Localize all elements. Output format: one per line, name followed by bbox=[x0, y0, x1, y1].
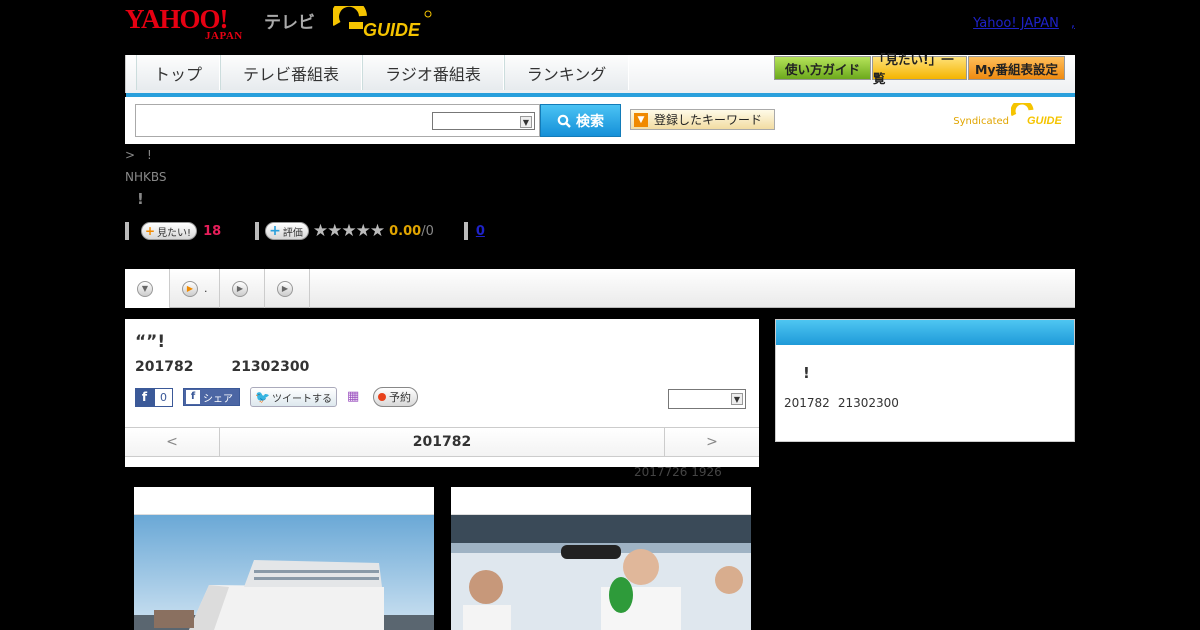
dropdown-arrow-icon: ▼ bbox=[634, 112, 648, 127]
side-panel-datetime: 201782 21302300 bbox=[784, 396, 899, 410]
yahoo-japan-link[interactable]: Yahoo! JAPAN, bbox=[973, 16, 1075, 31]
rating-value: 0.00 bbox=[389, 223, 422, 239]
content-tabs: ▼ ▶ . ▶ ▶ bbox=[125, 269, 1075, 308]
review-count-link[interactable]: 0 bbox=[476, 224, 485, 239]
cruise-ship-photo bbox=[134, 515, 434, 630]
tweet-button[interactable]: 🐦 ツイートする bbox=[250, 387, 337, 407]
detail-select[interactable]: ▼ bbox=[668, 389, 746, 409]
tv-label: テレビ bbox=[264, 13, 315, 33]
reserve-button[interactable]: 予約 bbox=[372, 387, 418, 407]
rating-stars-icon: ★★★★★ bbox=[312, 221, 385, 241]
side-date: 201782 bbox=[784, 396, 830, 410]
date-navigator: < 201782 > bbox=[125, 427, 759, 457]
last-updated: 2017726 1926 bbox=[634, 465, 722, 479]
global-nav: トップ テレビ番組表 ラジオ番組表 ランキング 使い方ガイド 「見たい!」一覧 … bbox=[125, 52, 1075, 97]
program-title: ! bbox=[137, 190, 144, 208]
breadcrumb[interactable]: > ! bbox=[125, 146, 152, 163]
search-button[interactable]: 検索 bbox=[540, 104, 621, 137]
site-header: YAHOO! JAPAN テレビ GUIDE Yahoo! JAPAN, bbox=[125, 0, 1075, 55]
chevron-down-icon: ▼ bbox=[137, 280, 153, 297]
want-label: 見たい! bbox=[157, 227, 192, 239]
svg-text:GUIDE: GUIDE bbox=[1027, 115, 1063, 127]
yahoo-logo-sub: JAPAN bbox=[205, 30, 243, 42]
ship-bridge-crew-photo bbox=[451, 515, 751, 630]
prev-date-button[interactable]: < bbox=[125, 428, 220, 456]
guide-button[interactable]: 使い方ガイド bbox=[774, 56, 871, 80]
facebook-like-count: 0 bbox=[154, 387, 173, 407]
divider bbox=[463, 222, 468, 240]
image-caption-bar bbox=[451, 487, 751, 515]
yahoo-japan-logo[interactable]: YAHOO! JAPAN bbox=[125, 4, 260, 43]
nav-tab-radio-schedule[interactable]: ラジオ番組表 bbox=[362, 55, 504, 90]
svg-text:GUIDE: GUIDE bbox=[363, 20, 421, 40]
rate-label: 評価 bbox=[282, 227, 303, 239]
saved-keywords-button[interactable]: ▼ 登録したキーワード bbox=[630, 109, 775, 130]
my-schedule-settings-button[interactable]: My番組表設定 bbox=[968, 56, 1065, 80]
share-buttons: f 0 f シェア 🐦 ツイートする ▦ 予約 bbox=[135, 387, 418, 407]
rating-total: /0 bbox=[421, 223, 434, 239]
tab-label: . bbox=[204, 282, 208, 295]
syndicated-gguide-logo: Syndicated GUIDE bbox=[953, 103, 1067, 127]
play-icon: ▶ bbox=[277, 280, 293, 297]
search-icon bbox=[557, 114, 571, 128]
plus-icon: + bbox=[269, 223, 281, 239]
program-image-ship[interactable] bbox=[134, 487, 434, 630]
header-extra-link[interactable]: , bbox=[1071, 16, 1075, 31]
side-panel-header bbox=[776, 320, 1074, 345]
gguide-logo[interactable]: GUIDE bbox=[331, 0, 433, 42]
reserve-label: 予約 bbox=[388, 391, 411, 404]
detail-date: 201782 bbox=[135, 359, 194, 375]
divider bbox=[125, 222, 129, 240]
program-image-bridge[interactable] bbox=[451, 487, 751, 630]
tab-details[interactable]: ▶ . bbox=[170, 269, 220, 308]
program-stats: + 見たい! 18 + 評価 ★★★★★ 0.00 /0 0 bbox=[125, 221, 485, 241]
chevron-down-icon: ▼ bbox=[520, 116, 532, 128]
detail-datetime: 201782 21302300 bbox=[135, 359, 309, 375]
calendar-add-icon[interactable]: ▦ bbox=[347, 389, 363, 405]
watchlist-button[interactable]: 「見たい!」一覧 bbox=[872, 52, 967, 86]
side-panel: ! 201782 21302300 bbox=[775, 319, 1075, 442]
chevron-down-icon: ▼ bbox=[731, 393, 743, 405]
facebook-like-button[interactable]: f 0 bbox=[135, 387, 173, 407]
detail-title: “”! bbox=[135, 332, 166, 352]
nav-tab-tv-schedule[interactable]: テレビ番組表 bbox=[220, 55, 362, 90]
tab-cast[interactable]: ▶ bbox=[220, 269, 265, 308]
channel-name: NHKBS bbox=[125, 170, 167, 184]
tweet-label: ツイートする bbox=[271, 393, 332, 405]
next-date-button[interactable]: > bbox=[664, 428, 759, 456]
nav-tab-top[interactable]: トップ bbox=[136, 55, 220, 90]
facebook-icon: f bbox=[135, 387, 154, 407]
play-icon: ▶ bbox=[182, 280, 198, 297]
saved-keywords-label: 登録したキーワード bbox=[654, 113, 763, 127]
search-button-label: 検索 bbox=[576, 113, 604, 130]
rate-button[interactable]: + 評価 bbox=[265, 222, 309, 240]
facebook-icon: f bbox=[186, 390, 200, 404]
plus-icon: + bbox=[145, 224, 156, 238]
play-icon: ▶ bbox=[232, 280, 248, 297]
want-count: 18 bbox=[203, 223, 222, 239]
yahoo-japan-link-text[interactable]: Yahoo! JAPAN bbox=[973, 16, 1059, 31]
record-icon bbox=[377, 393, 386, 401]
program-detail-panel: “”! 201782 21302300 f 0 f シェア 🐦 ツイートする ▦… bbox=[125, 319, 759, 467]
tab-reviews[interactable]: ▶ bbox=[265, 269, 310, 308]
yahoo-logo-text: YAHOO! bbox=[125, 4, 229, 34]
gguide-small-logo-icon: GUIDE bbox=[1011, 103, 1063, 127]
facebook-share-button[interactable]: f シェア bbox=[183, 388, 240, 406]
tab-overview[interactable]: ▼ bbox=[125, 269, 170, 308]
current-date: 201782 bbox=[412, 434, 472, 450]
side-panel-title: ! bbox=[803, 364, 810, 382]
search-bar: ▼ 検索 ▼ 登録したキーワード Syndicated GUIDE bbox=[125, 97, 1075, 144]
twitter-bird-icon: 🐦 bbox=[255, 390, 270, 404]
nav-tab-ranking[interactable]: ランキング bbox=[504, 55, 629, 90]
image-caption-bar bbox=[134, 487, 434, 515]
divider bbox=[255, 222, 260, 240]
search-category-select[interactable]: ▼ bbox=[432, 112, 535, 130]
facebook-share-label: シェア bbox=[203, 393, 233, 405]
side-time: 21302300 bbox=[837, 396, 899, 410]
syndicated-label: Syndicated bbox=[953, 116, 1009, 127]
detail-time: 21302300 bbox=[231, 359, 310, 375]
want-button[interactable]: + 見たい! bbox=[141, 222, 198, 240]
